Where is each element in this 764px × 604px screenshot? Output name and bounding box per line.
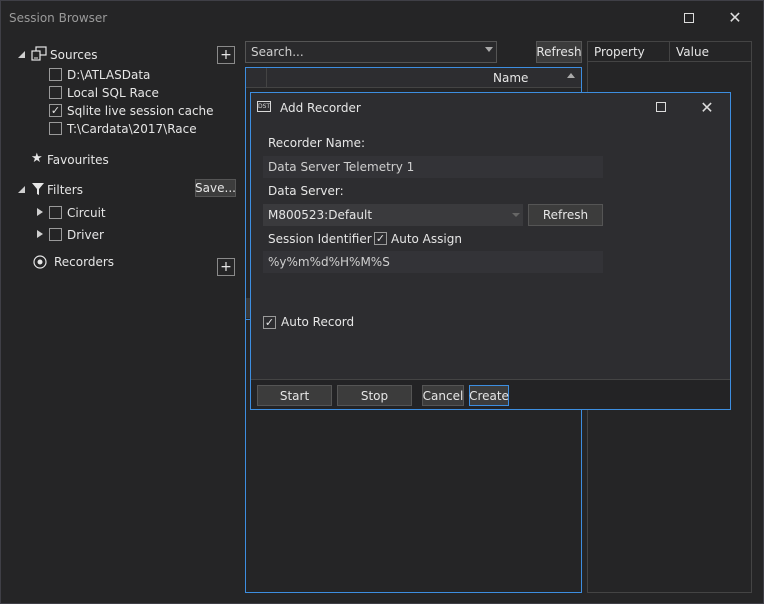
dialog-title: Add Recorder	[280, 101, 361, 115]
maximize-icon	[656, 102, 666, 112]
checkmark-icon: ✓	[264, 316, 275, 329]
grid-header: Name	[246, 68, 581, 88]
add-recorder-button[interactable]: +	[217, 258, 235, 276]
data-server-label: Data Server:	[268, 184, 344, 198]
data-server-refresh-button[interactable]: Refresh	[528, 204, 603, 226]
dialog-maximize-button[interactable]	[638, 93, 684, 121]
favourites-label[interactable]: Favourites	[47, 153, 109, 167]
circuit-expand-icon[interactable]	[37, 208, 43, 216]
source-checkbox[interactable]	[49, 122, 62, 135]
checkmark-icon: ✓	[50, 104, 61, 117]
recorders-label[interactable]: Recorders	[54, 255, 114, 269]
grid-header-divider	[266, 68, 267, 88]
stop-button[interactable]: Stop	[337, 385, 412, 406]
filter-item-circuit: Circuit	[67, 206, 106, 220]
save-filter-button[interactable]: Save...	[195, 179, 236, 197]
star-icon: ★	[31, 151, 43, 166]
driver-checkbox[interactable]	[49, 228, 62, 241]
sources-header[interactable]: Sources	[50, 48, 97, 62]
auto-assign-checkbox[interactable]: ✓	[374, 232, 387, 245]
driver-expand-icon[interactable]	[37, 230, 43, 238]
source-checkbox[interactable]: ✓	[49, 104, 62, 117]
source-label: T:\Cardata\2017\Race	[67, 122, 197, 136]
source-label: Local SQL Race	[67, 86, 159, 100]
maximize-icon	[684, 12, 694, 23]
properties-header-divider	[669, 42, 670, 62]
add-source-button[interactable]: +	[217, 46, 235, 64]
sources-icon	[31, 46, 47, 61]
source-label: Sqlite live session cache	[67, 104, 214, 118]
sources-expand-icon[interactable]	[18, 51, 25, 58]
search-placeholder: Search...	[251, 45, 304, 59]
close-button[interactable]: ✕	[712, 1, 758, 34]
start-button[interactable]: Start	[257, 385, 332, 406]
title-bar: Session Browser ✕	[1, 1, 763, 34]
dialog-footer: Start Stop Cancel Create	[251, 379, 730, 409]
properties-column-property[interactable]: Property	[594, 45, 645, 59]
recorder-name-input[interactable]: Data Server Telemetry 1	[263, 156, 603, 178]
data-server-select[interactable]: M800523:Default	[263, 204, 523, 226]
cancel-button[interactable]: Cancel	[422, 385, 464, 406]
auto-assign-label: Auto Assign	[391, 232, 462, 246]
session-identifier-label: Session Identifier	[268, 232, 372, 246]
data-server-dropdown-icon[interactable]	[512, 213, 520, 217]
recorder-name-value: Data Server Telemetry 1	[268, 160, 415, 174]
filters-label[interactable]: Filters	[47, 183, 83, 197]
auto-record-checkbox[interactable]: ✓	[263, 316, 276, 329]
source-checkbox[interactable]	[49, 86, 62, 99]
close-icon: ✕	[700, 97, 714, 117]
scroll-up-icon[interactable]	[567, 73, 575, 78]
source-label: D:\ATLASData	[67, 68, 151, 82]
source-checkbox[interactable]	[49, 68, 62, 81]
search-dropdown-icon[interactable]	[485, 47, 493, 52]
window-title: Session Browser	[9, 11, 108, 25]
recorder-icon	[33, 255, 47, 269]
plus-icon: +	[220, 259, 232, 275]
grid-column-name[interactable]: Name	[493, 71, 528, 85]
data-server-value: M800523:Default	[268, 208, 373, 222]
search-refresh-button[interactable]: Refresh	[536, 41, 582, 63]
create-button[interactable]: Create	[469, 385, 509, 406]
checkmark-icon: ✓	[375, 232, 386, 245]
properties-header: Property Value	[588, 42, 751, 62]
auto-record-label: Auto Record	[281, 315, 355, 329]
filter-icon	[32, 183, 44, 195]
plus-icon: +	[220, 47, 232, 63]
maximize-button[interactable]	[666, 1, 712, 34]
search-input[interactable]: Search...	[245, 41, 497, 63]
filter-item-driver: Driver	[67, 228, 104, 242]
dialog-app-icon: DST	[257, 101, 271, 112]
close-icon: ✕	[728, 8, 742, 27]
session-identifier-input[interactable]: %y%m%d%H%M%S	[263, 251, 603, 273]
recorder-name-label: Recorder Name:	[268, 136, 366, 150]
circuit-checkbox[interactable]	[49, 206, 62, 219]
properties-column-value[interactable]: Value	[676, 45, 709, 59]
add-recorder-dialog: DST Add Recorder ✕ Recorder Name: Data S…	[250, 92, 731, 410]
filters-expand-icon[interactable]	[18, 186, 25, 193]
dialog-close-button[interactable]: ✕	[684, 93, 730, 121]
session-identifier-value: %y%m%d%H%M%S	[268, 255, 390, 269]
